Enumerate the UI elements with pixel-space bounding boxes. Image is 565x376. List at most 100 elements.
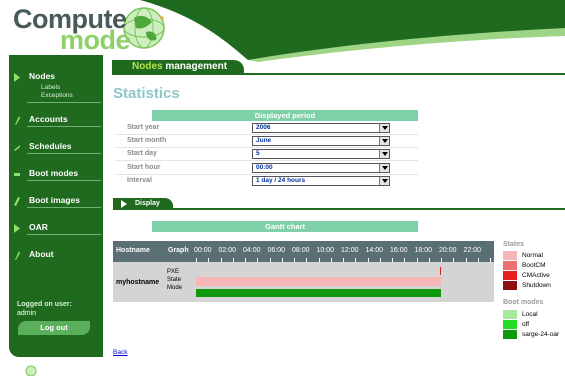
form-row-interval: Interval 1 day / 24 hours bbox=[115, 176, 418, 188]
start-year-select[interactable]: 2006 bbox=[252, 123, 390, 133]
divider bbox=[115, 174, 418, 175]
tick-label: 06:00 bbox=[267, 247, 286, 254]
sidebar: Nodes Labels Exceptions Accounts Schedul… bbox=[9, 55, 103, 357]
row-label-state: State bbox=[167, 277, 182, 283]
sidebar-item-boot-modes[interactable]: Boot modes bbox=[9, 167, 103, 183]
start-day-select[interactable]: 5 bbox=[252, 149, 390, 159]
chevron-down-icon[interactable] bbox=[379, 177, 389, 185]
divider bbox=[115, 147, 418, 148]
gantt-bar-pxe bbox=[439, 267, 441, 275]
sidebar-item-oar[interactable]: OAR bbox=[9, 221, 103, 237]
field-label: Start hour bbox=[127, 164, 161, 171]
legend-label: BootCM bbox=[522, 262, 546, 269]
display-button[interactable]: Display bbox=[113, 198, 173, 210]
gantt-header-row: Hostname Graph 00:00 02:00 04:00 06:00 08:00… bbox=[113, 241, 494, 262]
page: Compute mode Nodes Labels Exceptions Acc… bbox=[0, 0, 565, 376]
page-title: Nodes management bbox=[132, 61, 227, 72]
sidebar-item-about[interactable]: About bbox=[9, 248, 103, 264]
legend-item: BootCM bbox=[503, 261, 565, 270]
back-link[interactable]: Back bbox=[113, 349, 127, 356]
sidebar-item-label: Schedules bbox=[29, 141, 72, 151]
tick-label: 22:00 bbox=[463, 247, 482, 254]
legend-label: Normal bbox=[522, 252, 543, 259]
sidebar-subitem-labels[interactable]: Labels bbox=[41, 84, 60, 91]
sidebar-item-label: Accounts bbox=[29, 114, 68, 124]
title-bar: Nodes management bbox=[112, 60, 565, 75]
legend-label: sarge-24-oar bbox=[522, 331, 560, 338]
divider bbox=[244, 73, 565, 75]
tick-label: 20:00 bbox=[439, 247, 457, 254]
leaf-icon bbox=[15, 251, 20, 260]
leaf-icon bbox=[15, 116, 20, 125]
legend-swatch bbox=[503, 281, 517, 290]
title-tab: Nodes management bbox=[112, 60, 244, 75]
gantt-chart-header: Gantt chart bbox=[152, 221, 418, 232]
form-row-start-day: Start day 5 bbox=[115, 149, 418, 161]
legend-item: Normal bbox=[503, 251, 565, 260]
gantt-bar-state bbox=[196, 277, 441, 286]
form-row-start-hour: Start hour 00:00 bbox=[115, 163, 418, 175]
legend-item: Local bbox=[503, 310, 565, 319]
select-value: 2006 bbox=[256, 124, 271, 131]
start-hour-select[interactable]: 00:00 bbox=[252, 163, 390, 173]
sidebar-item-boot-images[interactable]: Boot images bbox=[9, 194, 103, 210]
page-heading: Statistics bbox=[113, 85, 180, 102]
tick-label: 16:00 bbox=[390, 247, 408, 254]
display-bar: Display bbox=[113, 198, 565, 210]
legend-states-title: States bbox=[503, 241, 525, 248]
field-label: Start year bbox=[127, 124, 160, 131]
arrow-icon bbox=[14, 224, 20, 233]
divider bbox=[173, 208, 565, 210]
tick-label: 14:00 bbox=[365, 247, 384, 254]
divider bbox=[27, 102, 101, 103]
select-value: June bbox=[256, 137, 272, 144]
start-month-select[interactable]: June bbox=[252, 136, 390, 146]
row-label-mode: Mode bbox=[167, 285, 183, 291]
interval-select[interactable]: 1 day / 24 hours bbox=[252, 176, 390, 186]
sidebar-subitem-exceptions[interactable]: Exceptions bbox=[41, 92, 73, 99]
header: Compute mode bbox=[0, 0, 565, 62]
divider bbox=[27, 153, 101, 154]
legend-item: sarge-24-oar bbox=[503, 330, 565, 339]
row-label-pxe: PXE bbox=[167, 269, 180, 275]
legend-swatch bbox=[503, 271, 517, 280]
select-value: 1 day / 24 hours bbox=[256, 177, 306, 184]
sidebar-item-schedules[interactable]: Schedules bbox=[9, 140, 103, 156]
form-row-start-year: Start year 2006 bbox=[115, 123, 418, 135]
sidebar-item-accounts[interactable]: Accounts bbox=[9, 113, 103, 129]
legend-label: CMActive bbox=[522, 272, 550, 279]
select-value: 00:00 bbox=[256, 164, 273, 171]
chevron-down-icon[interactable] bbox=[379, 164, 389, 172]
divider bbox=[27, 126, 101, 127]
tick-label: 18:00 bbox=[414, 247, 433, 254]
logout-button[interactable]: Log out bbox=[18, 321, 90, 335]
logged-on-label: Logged on user: bbox=[17, 301, 72, 308]
sidebar-item-label: Nodes bbox=[29, 71, 55, 81]
legend-item: off bbox=[503, 320, 565, 329]
col-graph: Graph bbox=[168, 247, 189, 254]
gantt-body: myhostname PXE State Mode bbox=[113, 262, 494, 302]
legend-swatch bbox=[503, 310, 517, 319]
legend-label: Local bbox=[522, 311, 538, 318]
divider bbox=[27, 207, 101, 208]
legend-item: Shutdown bbox=[503, 281, 565, 290]
legend-boot-modes-title: Boot modes bbox=[503, 299, 544, 306]
chevron-down-icon[interactable] bbox=[379, 150, 389, 158]
leaf-icon bbox=[14, 145, 20, 151]
legend-label: off bbox=[522, 321, 530, 328]
tick-label: 02:00 bbox=[218, 247, 237, 254]
gantt-bar-mode bbox=[196, 289, 441, 297]
chevron-down-icon[interactable] bbox=[379, 124, 389, 132]
arrow-icon bbox=[14, 73, 20, 82]
chevron-down-icon[interactable] bbox=[379, 137, 389, 145]
legend-label: Shutdown bbox=[522, 282, 551, 289]
legend-item: CMActive bbox=[503, 271, 565, 280]
play-icon bbox=[121, 200, 127, 208]
displayed-period-header: Displayed period bbox=[152, 110, 418, 121]
display-button-label: Display bbox=[135, 200, 160, 207]
select-value: 5 bbox=[256, 150, 260, 157]
legend-swatch bbox=[503, 320, 517, 329]
logo-text-mode: mode bbox=[60, 25, 131, 55]
tick-label: 04:00 bbox=[243, 247, 261, 254]
legend-swatch bbox=[503, 330, 517, 339]
